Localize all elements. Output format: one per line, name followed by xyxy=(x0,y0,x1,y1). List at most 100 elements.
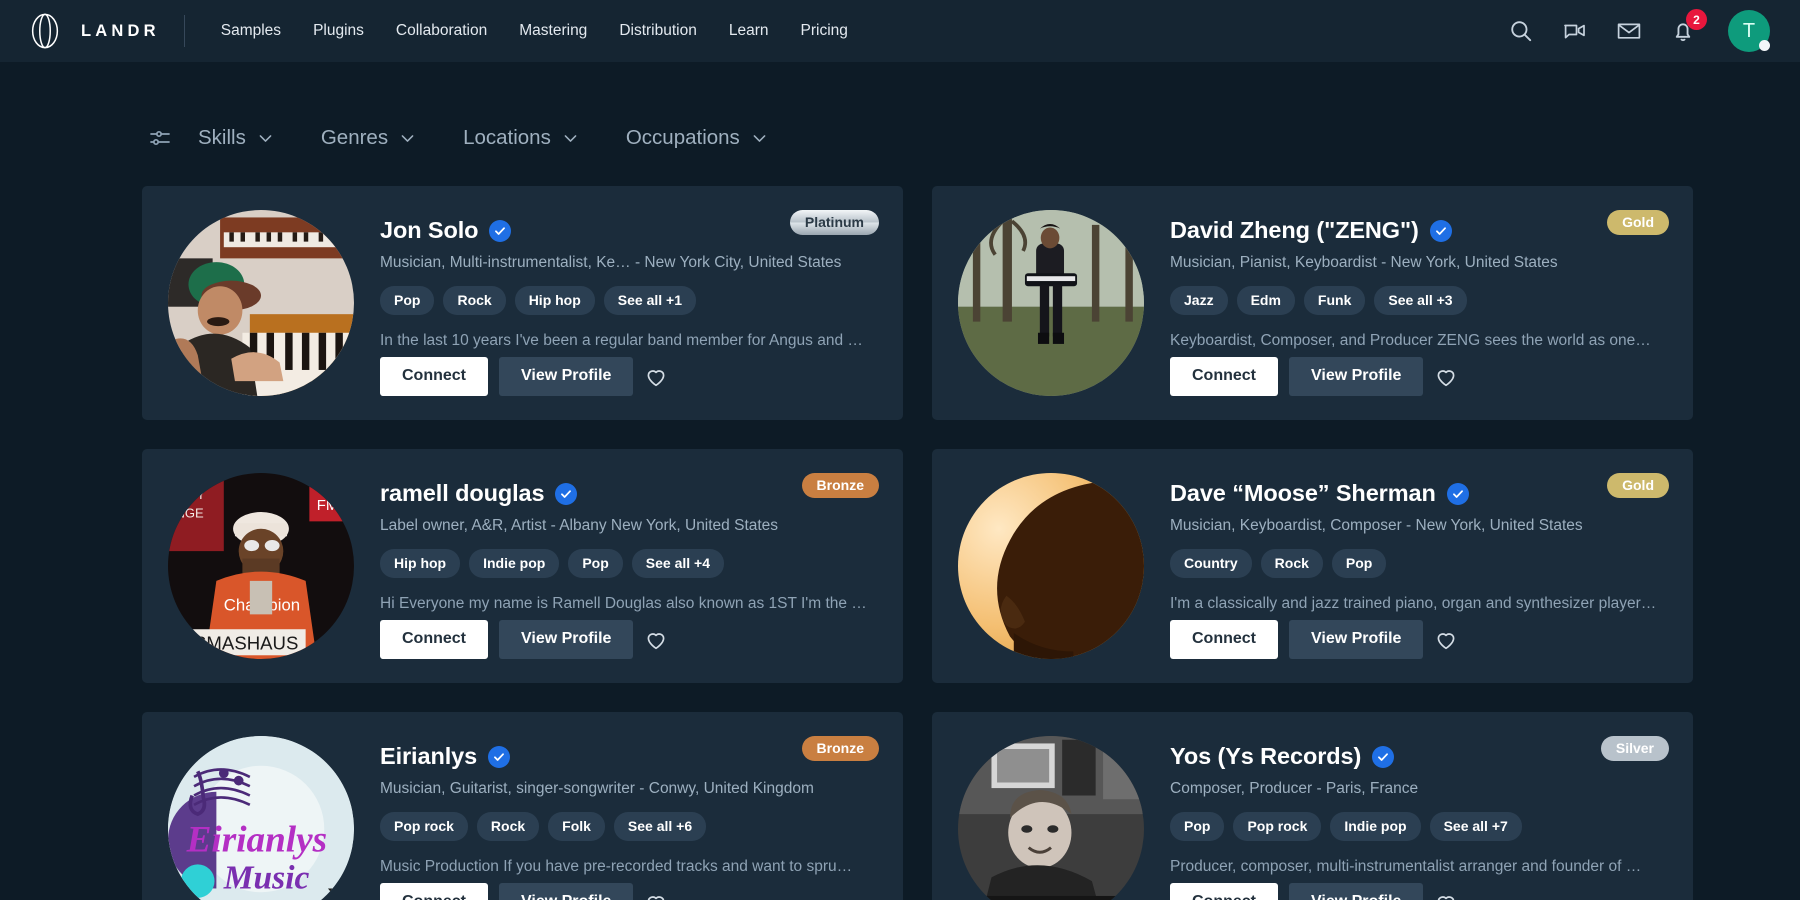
profile-card[interactable]: David Zheng ("ZENG") Musician, Pianist, … xyxy=(932,186,1693,420)
genre-tag[interactable]: Rock xyxy=(443,286,505,315)
profile-name-row: David Zheng ("ZENG") xyxy=(1170,217,1669,244)
genre-tag[interactable]: Edm xyxy=(1237,286,1295,315)
heart-icon[interactable] xyxy=(644,628,668,652)
profile-name[interactable]: David Zheng ("ZENG") xyxy=(1170,217,1419,244)
brand-name: LANDR xyxy=(81,22,160,41)
filter-skills-label: Skills xyxy=(198,126,246,150)
membership-tier-badge: Gold xyxy=(1607,210,1669,235)
svg-text:Music: Music xyxy=(223,860,310,897)
connect-button[interactable]: Connect xyxy=(1170,883,1278,900)
view-profile-button[interactable]: View Profile xyxy=(1289,620,1423,659)
view-profile-button[interactable]: View Profile xyxy=(1289,883,1423,900)
profile-card[interactable]: PPY NGE FM Champion SMASHAUS ramell doug… xyxy=(142,449,903,683)
nav-item-distribution[interactable]: Distribution xyxy=(603,16,713,46)
chat-video-icon[interactable] xyxy=(1562,18,1588,44)
chevron-down-icon xyxy=(751,130,768,147)
profile-card-actions: Connect View Profile xyxy=(380,883,879,900)
profile-bio: Music Production If you have pre-recorde… xyxy=(380,858,879,876)
genre-tag[interactable]: Rock xyxy=(1261,549,1323,578)
genre-tag[interactable]: Pop xyxy=(380,286,434,315)
profile-card[interactable]: Jon Solo Musician, Multi-instrumentalist… xyxy=(142,186,903,420)
svg-text:NGE: NGE xyxy=(175,506,204,521)
heart-icon[interactable] xyxy=(644,365,668,389)
profile-card[interactable]: Eirianlys Music .com Eirianlys Musician,… xyxy=(142,712,903,900)
genre-tag[interactable]: Hip hop xyxy=(515,286,595,315)
filter-skills[interactable]: Skills xyxy=(198,120,298,156)
heart-icon[interactable] xyxy=(1434,628,1458,652)
connect-button[interactable]: Connect xyxy=(380,883,488,900)
landr-ellipse-logo-icon xyxy=(26,12,64,50)
svg-text:FM: FM xyxy=(317,498,338,514)
view-profile-button[interactable]: View Profile xyxy=(499,620,633,659)
genre-tag-list: Pop Rock Hip hop See all +1 xyxy=(380,286,879,315)
profile-card-grid: Jon Solo Musician, Multi-instrumentalist… xyxy=(0,156,1800,900)
profile-name[interactable]: Dave “Moose” Sherman xyxy=(1170,480,1436,507)
genre-tag[interactable]: Indie pop xyxy=(469,549,559,578)
see-all-tags-button[interactable]: See all +4 xyxy=(632,549,724,578)
notifications-button[interactable]: 2 xyxy=(1670,18,1696,44)
search-icon[interactable] xyxy=(1508,18,1534,44)
profile-photo[interactable]: PPY NGE FM Champion SMASHAUS xyxy=(168,473,354,659)
genre-tag[interactable]: Pop rock xyxy=(380,812,468,841)
genre-tag[interactable]: Pop xyxy=(1170,812,1224,841)
genre-tag[interactable]: Pop rock xyxy=(1233,812,1321,841)
membership-tier-badge: Bronze xyxy=(802,736,879,761)
heart-icon[interactable] xyxy=(1434,891,1458,900)
genre-tag[interactable]: Jazz xyxy=(1170,286,1228,315)
genre-tag[interactable]: Rock xyxy=(477,812,539,841)
mail-icon[interactable] xyxy=(1616,18,1642,44)
genre-tag[interactable]: Folk xyxy=(548,812,605,841)
profile-photo[interactable] xyxy=(958,736,1144,900)
see-all-tags-button[interactable]: See all +3 xyxy=(1374,286,1466,315)
heart-icon[interactable] xyxy=(644,891,668,900)
profile-card[interactable]: Dave “Moose” Sherman Musician, Keyboardi… xyxy=(932,449,1693,683)
profile-photo[interactable] xyxy=(958,210,1144,396)
profile-photo[interactable] xyxy=(168,210,354,396)
profile-name[interactable]: ramell douglas xyxy=(380,480,544,507)
nav-item-samples[interactable]: Samples xyxy=(205,16,297,46)
genre-tag[interactable]: Pop xyxy=(1332,549,1386,578)
profile-photo[interactable] xyxy=(958,473,1144,659)
nav-item-mastering[interactable]: Mastering xyxy=(503,16,603,46)
profile-name[interactable]: Eirianlys xyxy=(380,743,477,770)
connect-button[interactable]: Connect xyxy=(380,357,488,396)
chevron-down-icon xyxy=(257,130,274,147)
svg-text:PPY: PPY xyxy=(179,487,205,502)
view-profile-button[interactable]: View Profile xyxy=(499,883,633,900)
heart-icon[interactable] xyxy=(1434,365,1458,389)
view-profile-button[interactable]: View Profile xyxy=(499,357,633,396)
see-all-tags-button[interactable]: See all +7 xyxy=(1430,812,1522,841)
brand-logo[interactable]: LANDR xyxy=(26,12,160,50)
genre-tag[interactable]: Funk xyxy=(1304,286,1365,315)
genre-tag[interactable]: Hip hop xyxy=(380,549,460,578)
profile-name[interactable]: Jon Solo xyxy=(380,217,478,244)
filter-locations-label: Locations xyxy=(463,126,551,150)
profile-roles-location: Composer, Producer - Paris, France xyxy=(1170,780,1669,798)
header-divider xyxy=(184,15,185,47)
genre-tag[interactable]: Pop xyxy=(568,549,622,578)
filter-genres[interactable]: Genres xyxy=(321,120,440,156)
nav-item-pricing[interactable]: Pricing xyxy=(785,16,864,46)
connect-button[interactable]: Connect xyxy=(380,620,488,659)
profile-name[interactable]: Yos (Ys Records) xyxy=(1170,743,1361,770)
filter-locations[interactable]: Locations xyxy=(463,120,603,156)
view-profile-button[interactable]: View Profile xyxy=(1289,357,1423,396)
notification-badge: 2 xyxy=(1686,9,1707,30)
nav-item-collaboration[interactable]: Collaboration xyxy=(380,16,503,46)
see-all-tags-button[interactable]: See all +6 xyxy=(614,812,706,841)
connect-button[interactable]: Connect xyxy=(1170,620,1278,659)
app-header: LANDR Samples Plugins Collaboration Mast… xyxy=(0,0,1800,62)
profile-card[interactable]: Yos (Ys Records) Composer, Producer - Pa… xyxy=(932,712,1693,900)
filter-occupations[interactable]: Occupations xyxy=(626,120,792,156)
profile-roles-location: Label owner, A&R, Artist - Albany New Yo… xyxy=(380,517,879,535)
sliders-icon[interactable] xyxy=(148,126,198,150)
user-avatar[interactable]: T xyxy=(1728,10,1770,52)
profile-photo[interactable]: Eirianlys Music .com xyxy=(168,736,354,900)
genre-tag[interactable]: Country xyxy=(1170,549,1252,578)
nav-item-plugins[interactable]: Plugins xyxy=(297,16,380,46)
see-all-tags-button[interactable]: See all +1 xyxy=(604,286,696,315)
nav-item-learn[interactable]: Learn xyxy=(713,16,785,46)
connect-button[interactable]: Connect xyxy=(1170,357,1278,396)
genre-tag[interactable]: Indie pop xyxy=(1330,812,1420,841)
genre-tag-list: Pop Pop rock Indie pop See all +7 xyxy=(1170,812,1669,841)
